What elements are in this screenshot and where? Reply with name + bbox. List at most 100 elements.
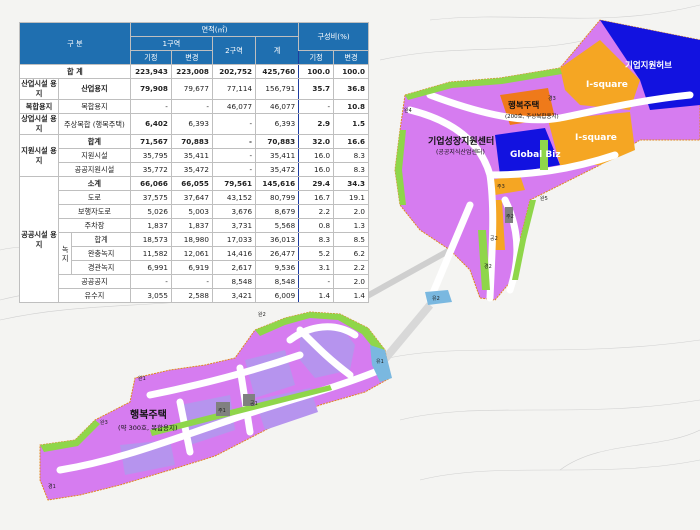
tag-gong2: 공2 <box>490 236 498 242</box>
cell: 1.5 <box>333 113 369 135</box>
cell: 3,676 <box>211 204 257 219</box>
cell: - <box>129 99 172 114</box>
cell: - <box>211 162 257 177</box>
cell: 18,980 <box>170 232 213 247</box>
cell: 77,114 <box>211 78 257 100</box>
header-zone1: 1구역 <box>129 36 213 51</box>
cell: 6,402 <box>129 113 172 135</box>
cell: 36.8 <box>333 78 369 100</box>
group-label: 공공시설 용지 <box>19 176 59 303</box>
table-row: 유수지 3,055 2,588 3,421 6,009 1.4 1.4 <box>20 288 369 303</box>
cell: - <box>211 148 257 163</box>
cell: 1.4 <box>298 288 335 303</box>
cell: 0.8 <box>298 218 335 233</box>
cell: - <box>211 113 257 135</box>
cell: 37,647 <box>170 190 213 205</box>
cell: 8.3 <box>333 148 369 163</box>
tag-gyeong1: 경1 <box>48 483 56 490</box>
tag-wan2: 완2 <box>258 311 266 318</box>
cell: 36,013 <box>255 232 300 247</box>
cell: 3,731 <box>211 218 257 233</box>
table-row: 경관녹지 6,991 6,919 2,617 9,536 3.1 2.2 <box>20 260 369 275</box>
cell: 145,616 <box>255 176 300 191</box>
cell: 2.9 <box>298 113 335 135</box>
table-row: 합 계 223,943 223,008 202,752 425,760 100.… <box>19 64 369 79</box>
cell: 11,582 <box>129 246 172 261</box>
land-use-table: 구 분 면적(㎡) 구성비(%) 1구역 2구역 계 기정 변경 기정 변경 합… <box>19 22 369 303</box>
table-row: 완충녹지 11,582 12,061 14,416 26,477 5.2 6.2 <box>20 246 369 261</box>
cell: 12,061 <box>170 246 213 261</box>
cell: 32.0 <box>298 134 335 149</box>
row-label: 주차장 <box>58 218 131 233</box>
cell: 5,026 <box>129 204 172 219</box>
tag-wan5: 완5 <box>540 195 548 202</box>
cell: 16.0 <box>298 162 335 177</box>
cell: 156,791 <box>255 78 300 100</box>
cell: 26,477 <box>255 246 300 261</box>
cell: 2.2 <box>333 260 369 275</box>
cell: 66,055 <box>170 176 213 191</box>
cell: 35,795 <box>129 148 172 163</box>
global-biz-label: Global Biz <box>510 150 561 160</box>
table-row: 도로 37,575 37,647 43,152 80,799 16.7 19.1 <box>20 190 369 205</box>
tag-wan1: 완1 <box>138 375 146 382</box>
tag-gyeong2: 경2 <box>484 263 492 270</box>
header-category: 구 분 <box>19 22 131 65</box>
cell: 34.3 <box>333 176 369 191</box>
table-row: 지원시설 35,795 35,411 - 35,411 16.0 8.3 <box>20 148 369 163</box>
isquare-bottom-label: I-square <box>575 133 617 143</box>
cell: 35,472 <box>255 162 300 177</box>
green-group-label: 녹 지 <box>57 232 73 275</box>
group-label: 지원시설 용지 <box>19 134 59 177</box>
business-hub-label: 기업지원허브 <box>625 60 672 71</box>
cell: 6,393 <box>170 113 213 135</box>
cell: - <box>298 99 335 114</box>
header-sum: 계 <box>255 36 300 65</box>
header-zone2: 2구역 <box>211 36 257 65</box>
connecting-road <box>376 302 434 368</box>
header-changed: 변경 <box>170 50 213 65</box>
cell: 3,055 <box>129 288 172 303</box>
table-row: 상업시설 용지 주상복합 (행복주택) 6,402 6,393 - 6,393 … <box>19 113 369 135</box>
cell: 79,908 <box>129 78 172 100</box>
cell: 35,411 <box>255 148 300 163</box>
tag-ju2: 주2 <box>506 214 514 220</box>
row-label: 산업용지 <box>58 78 131 100</box>
cell: 8,548 <box>255 274 300 289</box>
cell: 71,567 <box>129 134 172 149</box>
cell: 2.2 <box>298 204 335 219</box>
cell: 43,152 <box>211 190 257 205</box>
cell: 2.0 <box>333 274 369 289</box>
cell: 1,837 <box>170 218 213 233</box>
group-label: 상업시설 용지 <box>19 113 59 135</box>
row-label: 유수지 <box>58 288 131 303</box>
table-row: 공공시설 용지 소계 66,066 66,055 79,561 145,616 … <box>19 176 369 303</box>
cell: 18,573 <box>129 232 172 247</box>
tag-gong1: 공1 <box>250 401 258 407</box>
tag-ju3: 주3 <box>497 184 505 190</box>
row-label: 복합용지 <box>58 99 131 114</box>
isquare-top-label: I-square <box>586 80 628 90</box>
cell: 46,077 <box>211 99 257 114</box>
cell: 3,421 <box>211 288 257 303</box>
row-label: 보행자도로 <box>58 204 131 219</box>
row-label: 지원시설 <box>58 148 131 163</box>
cell: 35,411 <box>170 148 213 163</box>
tag-yu2: 유2 <box>432 296 440 302</box>
cell: - <box>211 134 257 149</box>
cell: 17,033 <box>211 232 257 247</box>
tag-wan3: 완3 <box>100 419 108 426</box>
cell: 37,575 <box>129 190 172 205</box>
tag-wan4: 완4 <box>404 107 412 114</box>
cell: 46,077 <box>255 99 300 114</box>
cell: - <box>170 99 213 114</box>
cell: - <box>298 274 335 289</box>
cell: 2,617 <box>211 260 257 275</box>
zone2-happy-housing-label: 행복주택 <box>130 408 167 421</box>
cell: 5.2 <box>298 246 335 261</box>
zone2-happy-housing-sublabel: (약 300호, 복합용지) <box>118 423 178 432</box>
cell: 1.3 <box>333 218 369 233</box>
growth-center-sublabel: (공공지식산업센터) <box>436 148 485 156</box>
cell: - <box>129 274 172 289</box>
cell: 19.1 <box>333 190 369 205</box>
